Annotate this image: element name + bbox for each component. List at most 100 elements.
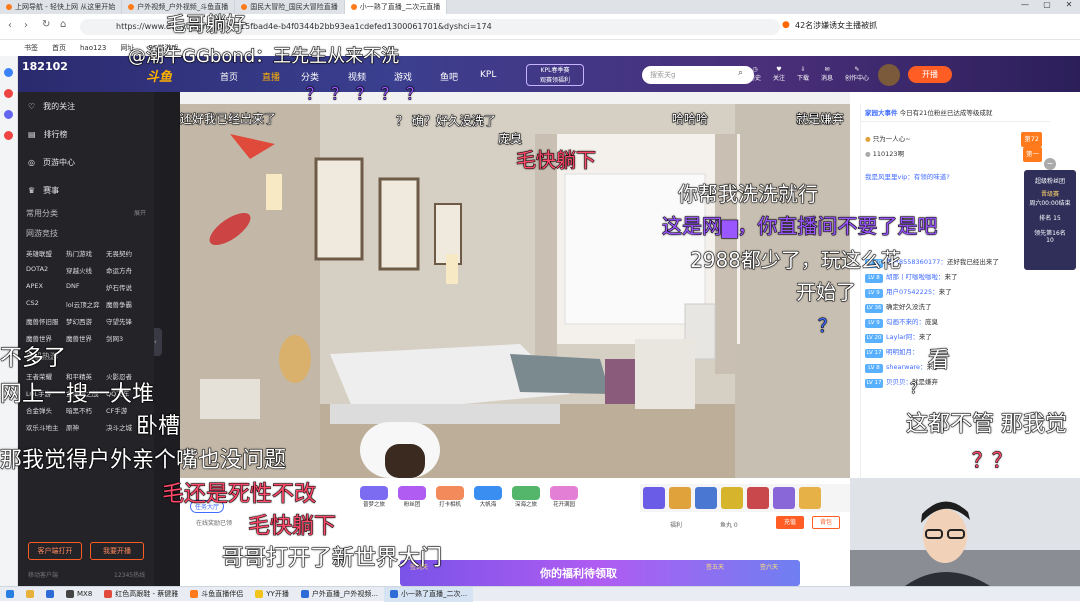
gift-icon[interactable] <box>669 487 691 509</box>
message-button[interactable]: ✉ 消息 <box>816 66 838 82</box>
category-item[interactable]: 欢乐斗地主 <box>26 422 66 432</box>
start-stream-button[interactable]: 开播 <box>908 66 952 83</box>
category-item[interactable]: 命运方舟 <box>106 265 146 275</box>
chat-username[interactable]: Laylar阿： <box>886 333 919 341</box>
taskbar-item-active[interactable]: 小一熟了直播_二次... <box>384 586 474 602</box>
chat-username[interactable]: 明明如月： <box>886 348 919 356</box>
nav-home[interactable]: 首页 <box>220 70 238 83</box>
sidebar-app-icon[interactable] <box>4 68 13 77</box>
gift-icon[interactable] <box>721 487 743 509</box>
nav-kpl[interactable]: KPL <box>480 70 496 80</box>
nav-live[interactable]: 直播 <box>262 70 280 83</box>
footer-link[interactable]: 移动客户端 <box>28 570 58 579</box>
hot-search-text[interactable]: 42名涉嫌诱女主播被抓 <box>795 20 877 31</box>
chat-username[interactable]: 用户07542225： <box>886 288 939 296</box>
bookmark-item[interactable]: 书签 <box>24 43 38 53</box>
gift-item[interactable]: 大帆海 <box>474 486 502 510</box>
category-item[interactable]: 梦幻西游 <box>66 316 106 326</box>
gift-icon[interactable] <box>773 487 795 509</box>
category-item[interactable]: 英雄联盟 <box>26 248 66 258</box>
sidebar-app-icon[interactable] <box>4 89 13 98</box>
download-button[interactable]: ⇩ 下载 <box>792 66 814 82</box>
sidebar-app-icon[interactable] <box>4 131 13 140</box>
nav-rank[interactable]: ▤ 排行榜 <box>18 120 154 148</box>
history-button[interactable]: ◷ 历史 <box>744 66 766 82</box>
sidebar-app-icon[interactable] <box>4 110 13 119</box>
gift-item[interactable]: 深海之旅 <box>512 486 540 510</box>
bookmark-item[interactable]: hao123 <box>80 44 106 52</box>
douyu-logo[interactable]: 斗鱼 <box>146 66 172 85</box>
chat-username[interactable]: 贝贝贝： <box>886 378 912 386</box>
follow-button[interactable]: ♥ 关注 <box>768 66 790 82</box>
home-icon[interactable]: ⌂ <box>60 19 66 30</box>
gift-icon[interactable] <box>643 487 665 509</box>
browser-tab[interactable]: 国民大冒险_国民大冒险直播 <box>235 0 345 14</box>
start-live-button[interactable]: 我要开播 <box>90 542 144 560</box>
nav-fish-bar[interactable]: 鱼吧 <box>440 70 458 83</box>
chat-username[interactable]: 勾画不来的： <box>886 318 925 326</box>
creator-button[interactable]: ✎ 创作中心 <box>840 66 874 82</box>
taskbar-item[interactable]: MX8 <box>60 587 98 602</box>
collapse-handle[interactable]: ‹ <box>154 328 162 356</box>
home-event-bar[interactable]: 家园大事件 今日有21位粉丝已达成等级成就 <box>861 104 1050 122</box>
nav-video-center[interactable]: ◎ 页游中心 <box>18 148 154 176</box>
category-item[interactable]: 热门游戏 <box>66 248 106 258</box>
refresh-icon[interactable]: ↻ <box>42 19 50 30</box>
start-button[interactable] <box>0 587 20 602</box>
avatar[interactable] <box>878 64 900 86</box>
gift-item[interactable]: 打卡相机 <box>436 486 464 510</box>
fan-club-card[interactable]: 超级粉丝团 晋级赛 周六00:00结束 排名 15 领先第16名 10 <box>1024 170 1076 270</box>
maximize-icon[interactable]: ▢ <box>1036 0 1058 14</box>
kpl-badge[interactable]: KPL春季赛 观赛领福利 <box>526 64 584 86</box>
taskbar-item[interactable]: YY开播 <box>249 587 295 602</box>
category-item[interactable]: 无畏契约 <box>106 248 146 258</box>
close-icon[interactable]: ✕ <box>1058 0 1080 14</box>
browser-tab-active[interactable]: 小一熟了直播_二次元直播 <box>344 0 448 14</box>
backpack-button[interactable]: 背包 <box>812 516 840 529</box>
category-item[interactable]: 守望先锋 <box>106 316 146 326</box>
forward-icon[interactable]: › <box>24 20 28 31</box>
category-item[interactable]: CS2 <box>26 299 66 309</box>
search-icon[interactable]: ⌕ <box>738 68 743 78</box>
category-item[interactable]: lol云顶之弈 <box>66 299 106 309</box>
welfare-banner[interactable]: 你的福利待领取 签到天 签五天 签六天 <box>400 560 800 586</box>
expand-link[interactable]: 展开 <box>134 204 146 224</box>
gift-item[interactable]: 花开满园 <box>550 486 578 510</box>
footer-link[interactable]: 12345热线 <box>114 570 145 579</box>
video-player[interactable] <box>180 104 850 478</box>
gift-icon[interactable] <box>799 487 821 509</box>
open-client-button[interactable]: 客户端打开 <box>28 542 82 560</box>
chat-message: LV 8 shearware：来了 <box>861 360 1050 375</box>
category-item[interactable]: APEX <box>26 282 66 292</box>
back-icon[interactable]: ‹ <box>8 20 12 31</box>
taskbar-item[interactable] <box>20 587 40 602</box>
browser-tab[interactable]: 上网导航 - 轻快上网 从这里开始 <box>0 0 123 14</box>
nav-match[interactable]: ♛ 赛事 <box>18 176 154 204</box>
taskbar-item[interactable] <box>40 587 60 602</box>
category-item[interactable]: 剑网3 <box>106 333 146 343</box>
category-item[interactable]: 魔兽争霸 <box>106 299 146 309</box>
gift-item[interactable]: 普梦之旅 <box>360 486 388 510</box>
category-item[interactable]: DNF <box>66 282 106 292</box>
category-item[interactable]: 魔兽怀旧服 <box>26 316 66 326</box>
category-item[interactable]: 穿越火线 <box>66 265 106 275</box>
category-item[interactable]: 炉石传说 <box>106 282 146 292</box>
nav-follow[interactable]: ♡ 我的关注 <box>18 92 154 120</box>
gift-icon[interactable] <box>747 487 769 509</box>
gift-icon[interactable] <box>695 487 717 509</box>
taskbar-item[interactable]: 户外直播_户外视频... <box>295 587 384 602</box>
bookmark-item[interactable]: 首页 <box>52 43 66 53</box>
category-item[interactable]: 魔兽世界 <box>66 333 106 343</box>
category-item[interactable]: 原神 <box>66 422 106 432</box>
chat-username[interactable]: 胡那丨叮咖啦咖啦： <box>886 273 945 281</box>
recharge-button[interactable]: 充值 <box>776 516 804 529</box>
taskbar-item[interactable]: 斗鱼直播伴侣 <box>184 587 249 602</box>
chat-username[interactable]: shearware： <box>886 363 927 371</box>
category-item[interactable]: DOTA2 <box>26 265 66 275</box>
danmu: 毛快躺下 <box>516 148 597 173</box>
gift-item[interactable]: 粉丝团 <box>398 486 426 510</box>
close-icon[interactable]: − <box>1044 158 1056 170</box>
taskbar-item[interactable]: 红色高跟鞋 - 蔡健雅 <box>98 587 184 602</box>
minimize-icon[interactable]: — <box>1014 0 1036 14</box>
welfare-link[interactable]: 福利 <box>670 520 682 529</box>
